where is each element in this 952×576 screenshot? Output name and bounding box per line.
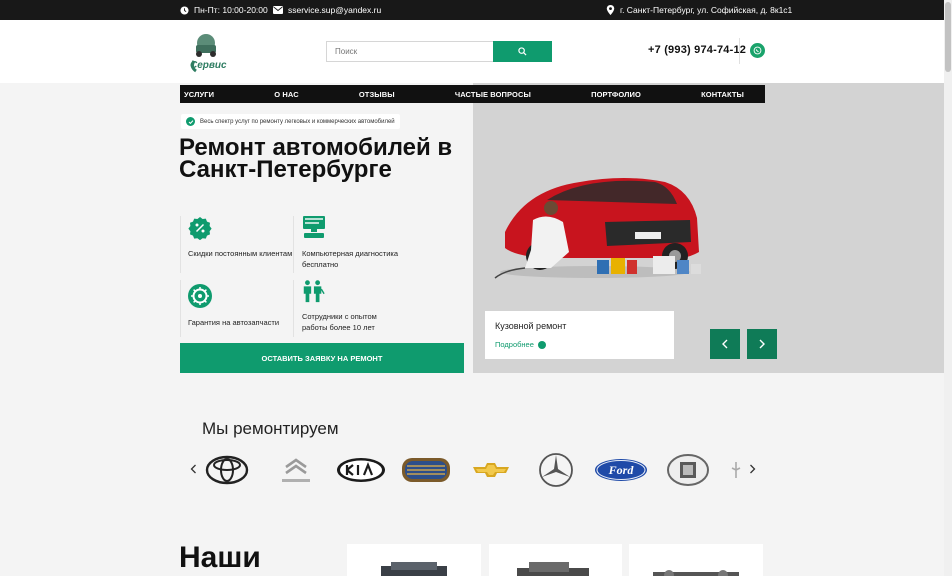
nav-about[interactable]: О НАС [274,90,298,99]
search-bar [326,41,552,62]
service-card[interactable] [629,544,763,576]
suspension-image [653,570,739,576]
feature-warranty: Гарантия на автозапчасти [188,318,280,327]
diagnostics-icon [303,216,325,238]
citroen-logo [282,458,310,482]
car-repair-illustration [494,178,701,279]
clock-icon [180,5,189,15]
section-title: Наши [179,541,261,574]
chevron-right-icon [759,339,765,349]
working-hours: Пн-Пт: 10:00-20:00 [180,0,268,20]
feature-divider [293,280,294,337]
email-link[interactable]: sservice.sup@yandex.ru [273,0,381,20]
nav-faq[interactable]: ЧАСТЫЕ ВОПРОСЫ [455,90,531,99]
staff-icon [303,280,325,303]
main-nav: УСЛУГИ О НАС ОТЗЫВЫ ЧАСТЫЕ ВОПРОСЫ ПОРТФ… [180,85,765,103]
search-icon [518,47,527,56]
logo[interactable]: Сервис [180,27,230,75]
header-divider [739,38,740,64]
ford-logo: Ford [595,459,647,481]
request-repair-button[interactable]: ОСТАВИТЬ ЗАЯВКУ НА РЕМОНТ [180,343,464,373]
address-text: г. Санкт-Петербург, ул. Софийская, д. 8к… [620,5,793,15]
engine-image [381,562,447,576]
slider-next-button[interactable] [747,329,777,359]
feature-divider [293,216,294,273]
mercedes-logo [539,453,573,487]
slide-more-label: Подробнее [495,340,534,349]
slider-prev-button[interactable] [710,329,740,359]
top-bar: Пн-Пт: 10:00-20:00 sservice.sup@yandex.r… [0,0,944,20]
nav-contacts[interactable]: КОНТАКТЫ [701,90,744,99]
scrollbar-thumb[interactable] [945,2,951,72]
feature-divider [180,280,181,337]
brand-toyota[interactable] [204,451,250,489]
arrow-circle-icon [537,340,546,349]
geely-logo [402,458,450,482]
kia-logo [337,458,385,482]
brand-mercedes[interactable] [536,451,576,489]
slide-more-link[interactable]: Подробнее [495,340,546,349]
hero-title: Ремонт автомобилей в Санкт-Петербурге [179,134,453,183]
brand-changan[interactable] [730,451,744,489]
warranty-icon [188,284,212,308]
feature-divider [180,216,181,273]
slide-card: Кузовной ремонт Подробнее [485,311,674,359]
whatsapp-button[interactable] [750,43,765,58]
brands-next-button[interactable] [746,461,758,477]
changan-logo [731,462,741,478]
chevron-left-icon [722,339,728,349]
services-badge: Весь спектр услуг по ремонту легковых и … [181,114,400,129]
chevron-right-icon [749,464,755,474]
brand-haval[interactable] [665,451,711,489]
logo-text: Сервис [190,60,227,71]
check-icon [186,117,195,126]
map-pin-icon [606,5,615,15]
whatsapp-icon [753,46,762,55]
chevron-left-icon [190,464,196,474]
brand-citroen[interactable] [276,451,316,489]
svg-text:Ford: Ford [608,463,635,477]
chevrolet-logo [473,463,509,477]
feature-staff: Сотрудники с опытом работы более 10 лет [302,312,377,332]
nav-services[interactable]: УСЛУГИ [184,90,214,99]
brand-geely[interactable] [400,451,452,489]
email-text[interactable]: sservice.sup@yandex.ru [288,5,381,15]
phone-number[interactable]: +7 (993) 974-74-12 [648,44,746,56]
service-card[interactable] [489,544,622,576]
feature-discount: Скидки постоянным клиентам [188,249,293,258]
badge-text: Весь спектр услуг по ремонту легковых и … [200,118,395,125]
brand-kia[interactable] [335,451,387,489]
hours-text: Пн-Пт: 10:00-20:00 [194,5,268,15]
site-header: Сервис +7 (993) 974-74-12 [0,20,944,83]
toyota-logo [205,455,249,485]
brand-chevrolet[interactable] [470,451,512,489]
transmission-image [517,562,589,576]
haval-logo [667,454,709,486]
mail-icon [273,6,283,14]
brands-title: Мы ремонтируем [202,419,339,438]
search-input[interactable] [326,41,493,62]
slide-title: Кузовной ремонт [495,321,567,331]
search-button[interactable] [493,41,552,62]
nav-portfolio[interactable]: ПОРТФОЛИО [591,90,641,99]
brand-ford[interactable]: Ford [593,451,649,489]
nav-reviews[interactable]: ОТЗЫВЫ [359,90,395,99]
feature-diagnostics: Компьютерная диагностика бесплатно [302,249,399,269]
discount-icon [188,217,212,240]
brands-prev-button[interactable] [187,461,199,477]
page-scrollbar[interactable] [944,0,952,576]
service-card[interactable] [347,544,481,576]
address: г. Санкт-Петербург, ул. Софийская, д. 8к… [606,0,792,20]
